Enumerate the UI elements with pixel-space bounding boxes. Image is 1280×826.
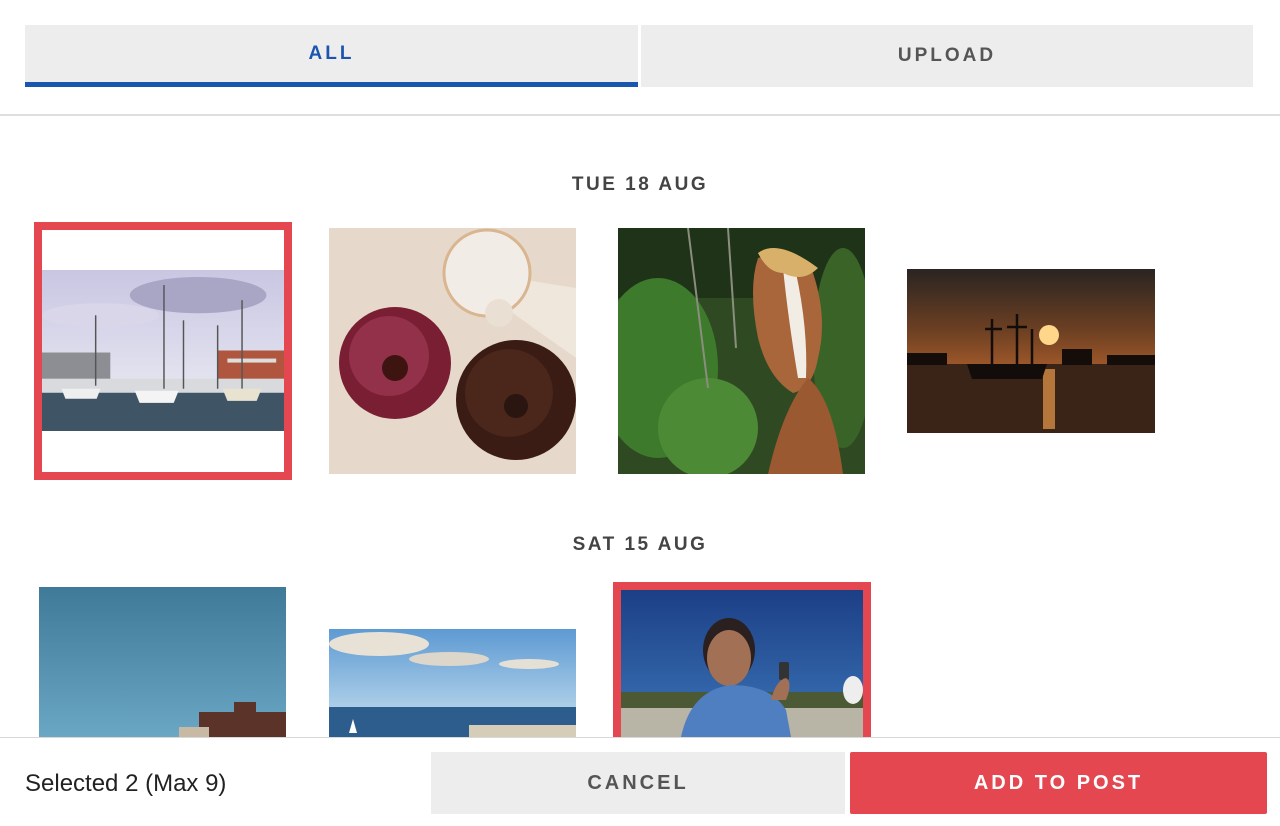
marina-photo <box>42 270 284 431</box>
photo-thumbnail[interactable] <box>618 228 865 474</box>
sea-photo <box>329 629 576 737</box>
selection-count: Selected 2 (Max 9) <box>25 770 227 797</box>
tab-bar: ALL UPLOAD <box>0 0 1280 116</box>
photo-thumbnail[interactable] <box>34 222 292 480</box>
donuts-photo <box>329 228 576 474</box>
geyser-photo <box>621 590 863 737</box>
photo-thumbnail[interactable] <box>613 582 871 737</box>
date-header: SAT 15 AUG <box>572 534 708 555</box>
date-header: TUE 18 AUG <box>571 174 709 195</box>
photo-thumbnail[interactable] <box>329 228 576 474</box>
tab-upload[interactable]: UPLOAD <box>641 25 1253 87</box>
add-to-post-button[interactable]: ADD TO POST <box>850 752 1267 814</box>
building-photo <box>39 587 286 737</box>
sunset-ship-photo <box>907 269 1155 433</box>
photo-thumbnail[interactable] <box>39 587 286 737</box>
horse-photo <box>618 228 865 474</box>
tab-all[interactable]: ALL <box>25 25 638 87</box>
cancel-button[interactable]: CANCEL <box>431 752 845 814</box>
photo-thumbnail[interactable] <box>907 269 1155 433</box>
photo-thumbnail[interactable] <box>329 629 576 737</box>
